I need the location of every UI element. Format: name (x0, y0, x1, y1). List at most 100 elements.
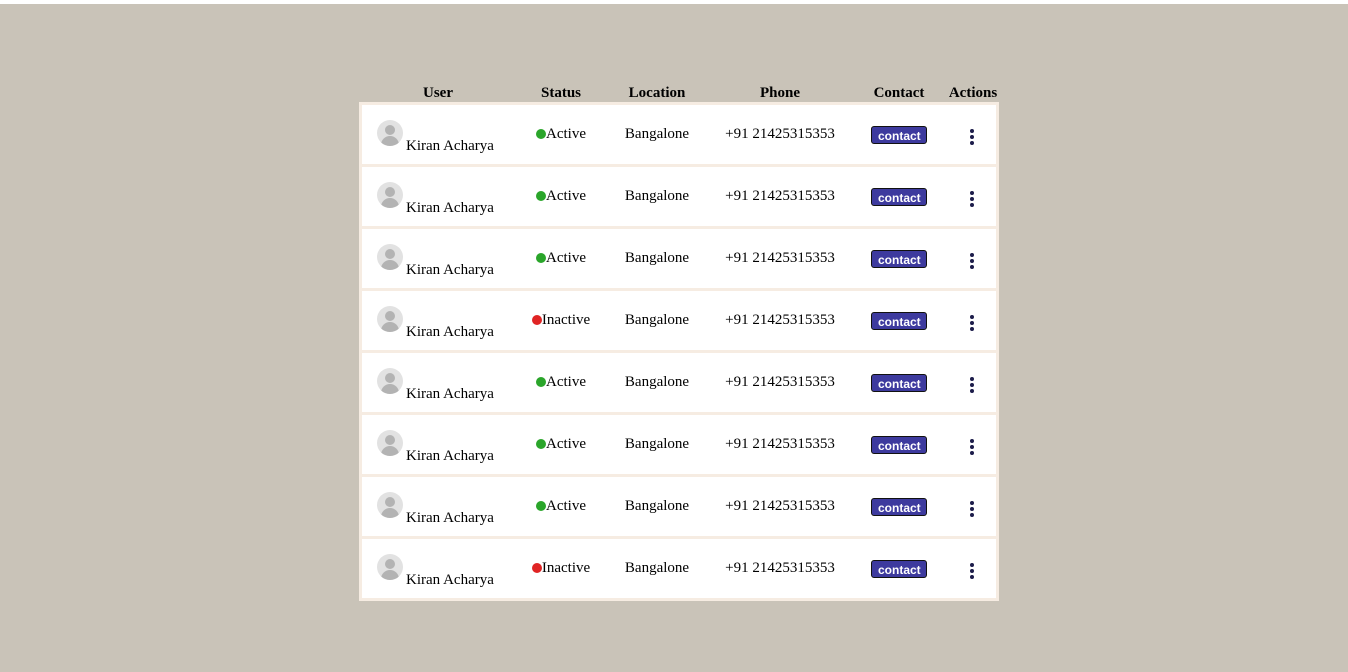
contact-button[interactable]: contact (871, 249, 927, 268)
actions-cell (947, 474, 999, 536)
location-cell: Bangalone (605, 164, 709, 226)
status-label: Active (546, 126, 586, 142)
contact-cell: contact (851, 350, 947, 412)
status-label: Active (546, 250, 586, 266)
contact-cell: contact (851, 412, 947, 474)
header-user: User (423, 85, 453, 101)
user-avatar-icon (377, 430, 403, 456)
phone-cell: +91 21425315353 (709, 474, 851, 536)
phone-cell: +91 21425315353 (709, 350, 851, 412)
phone-cell: +91 21425315353 (709, 102, 851, 164)
more-vertical-icon[interactable] (969, 500, 974, 517)
status-dot-icon (536, 253, 546, 263)
user-name: Kiran Acharya (406, 324, 494, 340)
contact-cell: contact (851, 536, 947, 601)
page-background: User Status Location Phone Contact Actio… (0, 4, 1348, 672)
status-cell: Inactive (517, 536, 605, 601)
status-dot-icon (536, 377, 546, 387)
user-name: Kiran Acharya (406, 386, 494, 402)
phone-cell: +91 21425315353 (709, 164, 851, 226)
status-cell: Active (517, 102, 605, 164)
user-name: Kiran Acharya (406, 200, 494, 216)
user-avatar-icon (377, 492, 403, 518)
header-location: Location (628, 85, 686, 101)
contact-button[interactable]: contact (871, 435, 927, 454)
status-dot-icon (536, 191, 546, 201)
user-cell: Kiran Acharya (359, 288, 517, 350)
status-dot-icon (531, 563, 542, 573)
actions-cell (947, 536, 999, 601)
phone-cell: +91 21425315353 (709, 536, 851, 601)
status-label: Active (546, 374, 586, 390)
header-row: User Status Location Phone Contact Actio… (359, 80, 999, 102)
user-cell: Kiran Acharya (359, 536, 517, 601)
table-row: Kiran Acharya Inactive Bangalone +91 214… (359, 288, 999, 350)
status-dot-icon (536, 129, 546, 139)
phone-cell: +91 21425315353 (709, 412, 851, 474)
location-cell: Bangalone (605, 412, 709, 474)
user-name: Kiran Acharya (406, 262, 494, 278)
more-vertical-icon[interactable] (969, 128, 974, 145)
user-avatar-icon (377, 244, 403, 270)
user-name: Kiran Acharya (406, 572, 494, 588)
table-row: Kiran Acharya Active Bangalone +91 21425… (359, 350, 999, 412)
status-label: Active (546, 436, 586, 452)
header-actions: Actions (948, 85, 998, 101)
contact-button[interactable]: contact (871, 559, 927, 578)
actions-cell (947, 226, 999, 288)
more-vertical-icon[interactable] (969, 252, 974, 269)
user-cell: Kiran Acharya (359, 164, 517, 226)
location-cell: Bangalone (605, 350, 709, 412)
user-name: Kiran Acharya (406, 138, 494, 154)
user-avatar-icon (377, 120, 403, 146)
contact-cell: contact (851, 474, 947, 536)
status-dot-icon (531, 315, 542, 325)
user-avatar-icon (377, 306, 403, 332)
contact-cell: contact (851, 288, 947, 350)
table-row: Kiran Acharya Active Bangalone +91 21425… (359, 164, 999, 226)
more-vertical-icon[interactable] (969, 190, 974, 207)
location-cell: Bangalone (605, 102, 709, 164)
more-vertical-icon[interactable] (969, 314, 974, 331)
contact-button[interactable]: contact (871, 125, 927, 144)
more-vertical-icon[interactable] (969, 562, 974, 579)
contact-button[interactable]: contact (871, 497, 927, 516)
header-phone: Phone (759, 85, 800, 101)
user-cell: Kiran Acharya (359, 474, 517, 536)
phone-cell: +91 21425315353 (709, 288, 851, 350)
contact-button[interactable]: contact (871, 187, 927, 206)
user-avatar-icon (377, 368, 403, 394)
user-name: Kiran Acharya (406, 448, 494, 464)
more-vertical-icon[interactable] (969, 376, 974, 393)
contact-cell: contact (851, 226, 947, 288)
contact-button[interactable]: contact (871, 311, 927, 330)
contact-button[interactable]: contact (871, 373, 927, 392)
location-cell: Bangalone (605, 536, 709, 601)
more-vertical-icon[interactable] (969, 438, 974, 455)
user-name: Kiran Acharya (406, 510, 494, 526)
status-label: Active (546, 498, 586, 514)
location-cell: Bangalone (605, 474, 709, 536)
status-label: Inactive (541, 312, 591, 328)
user-cell: Kiran Acharya (359, 350, 517, 412)
table-row: Kiran Acharya Active Bangalone +91 21425… (359, 474, 999, 536)
status-cell: Active (517, 226, 605, 288)
status-cell: Active (517, 164, 605, 226)
user-cell: Kiran Acharya (359, 412, 517, 474)
status-cell: Active (517, 350, 605, 412)
location-cell: Bangalone (605, 288, 709, 350)
status-cell: Active (517, 474, 605, 536)
table-row: Kiran Acharya Inactive Bangalone +91 214… (359, 536, 999, 601)
actions-cell (947, 102, 999, 164)
user-cell: Kiran Acharya (359, 102, 517, 164)
user-avatar-icon (377, 554, 403, 580)
users-table: User Status Location Phone Contact Actio… (359, 80, 999, 601)
contact-cell: contact (851, 164, 947, 226)
contact-cell: contact (851, 102, 947, 164)
table-header: User Status Location Phone Contact Actio… (359, 80, 999, 102)
phone-cell: +91 21425315353 (709, 226, 851, 288)
status-label: Active (546, 188, 586, 204)
actions-cell (947, 350, 999, 412)
actions-cell (947, 288, 999, 350)
location-cell: Bangalone (605, 226, 709, 288)
